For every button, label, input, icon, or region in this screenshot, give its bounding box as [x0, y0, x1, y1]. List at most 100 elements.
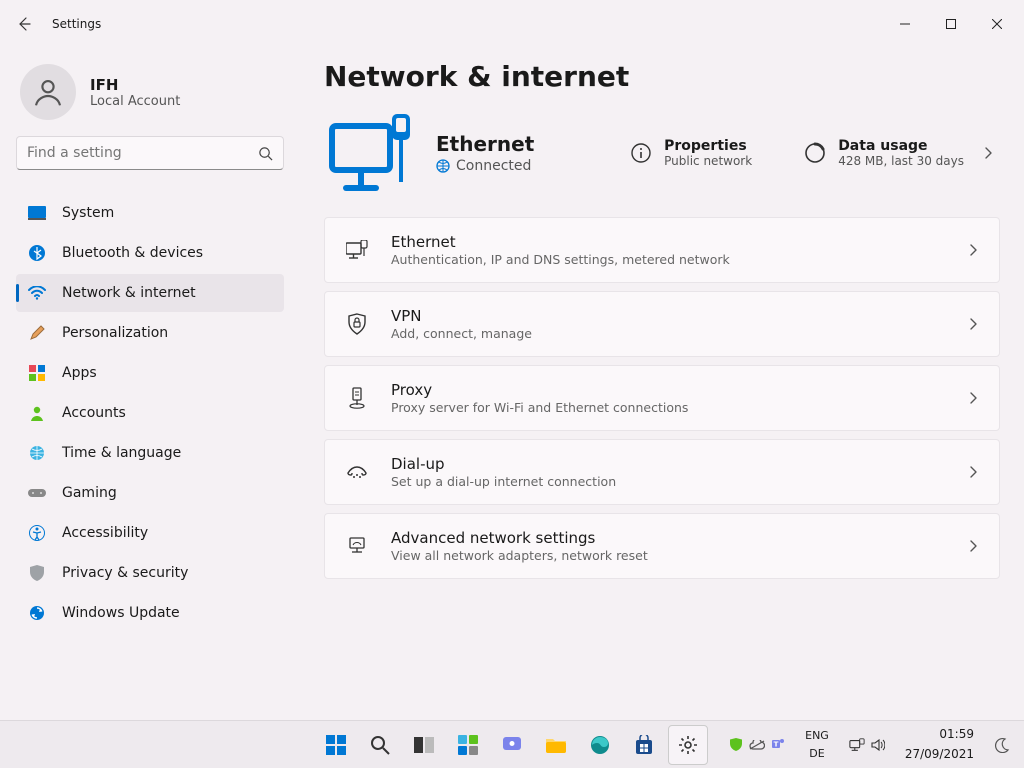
gamepad-icon [28, 484, 46, 502]
nav-item-accounts[interactable]: Accounts [16, 394, 284, 432]
nav-label: System [62, 205, 114, 221]
ethernet-hero-icon [324, 109, 420, 197]
search-icon [370, 735, 390, 755]
nav-label: Personalization [62, 325, 168, 341]
nav-item-apps[interactable]: Apps [16, 354, 284, 392]
widgets-icon [458, 735, 478, 755]
start-button[interactable] [316, 725, 356, 765]
minimize-icon [900, 19, 910, 29]
task-chat[interactable] [492, 725, 532, 765]
nav-label: Windows Update [62, 605, 180, 621]
search-input[interactable] [27, 145, 258, 161]
ethernet-icon [345, 240, 369, 260]
card-proxy[interactable]: Proxy Proxy server for Wi-Fi and Etherne… [324, 365, 1000, 431]
profile-name: IFH [90, 76, 180, 94]
usage-sub: 428 MB, last 30 days [838, 154, 964, 168]
nav-label: Apps [62, 365, 97, 381]
properties-sub: Public network [664, 154, 752, 168]
card-title: Proxy [391, 381, 945, 399]
profile-type: Local Account [90, 94, 180, 109]
account-icon [28, 404, 46, 422]
shield-check-icon [729, 738, 743, 752]
nav-item-windows-update[interactable]: Windows Update [16, 594, 284, 632]
nav-label: Privacy & security [62, 565, 188, 581]
store-icon [635, 735, 653, 755]
data-usage-button[interactable]: Data usage 428 MB, last 30 days [798, 134, 1000, 172]
chevron-right-icon [982, 147, 994, 159]
properties-title: Properties [664, 138, 752, 154]
tray-language[interactable]: ENG DE [799, 728, 835, 761]
card-ethernet[interactable]: Ethernet Authentication, IP and DNS sett… [324, 217, 1000, 283]
chat-icon [502, 736, 522, 754]
connection-status: Connected [456, 158, 531, 174]
card-dialup[interactable]: Dial-up Set up a dial-up internet connec… [324, 439, 1000, 505]
minimize-button[interactable] [882, 8, 928, 40]
nav-item-privacy[interactable]: Privacy & security [16, 554, 284, 592]
folder-icon [546, 737, 566, 753]
nav-label: Accessibility [62, 525, 148, 541]
sidebar: IFH Local Account System Bluetooth & dev… [0, 48, 300, 720]
taskview-icon [414, 737, 434, 753]
task-store[interactable] [624, 725, 664, 765]
chevron-right-icon [967, 392, 979, 404]
nav-item-time-language[interactable]: Time & language [16, 434, 284, 472]
page-title: Network & internet [324, 60, 1000, 93]
card-sub: View all network adapters, network reset [391, 548, 945, 563]
window-title: Settings [52, 17, 101, 31]
task-edge[interactable] [580, 725, 620, 765]
info-icon [630, 142, 652, 164]
nav-item-gaming[interactable]: Gaming [16, 474, 284, 512]
network-hero: Ethernet Connected Properties Public net… [324, 109, 1000, 197]
shield-icon [28, 564, 46, 582]
display-icon [28, 204, 46, 222]
close-button[interactable] [974, 8, 1020, 40]
task-search[interactable] [360, 725, 400, 765]
taskbar: T ENG DE 01:59 27/09/2021 [0, 720, 1024, 768]
chevron-right-icon [967, 318, 979, 330]
tray-clock[interactable]: 01:59 27/09/2021 [899, 726, 980, 762]
usage-title: Data usage [838, 138, 964, 154]
window-controls [882, 8, 1020, 40]
nav-label: Network & internet [62, 285, 196, 301]
card-title: Advanced network settings [391, 529, 945, 547]
nav-item-network[interactable]: Network & internet [16, 274, 284, 312]
avatar [20, 64, 76, 120]
tray-quick-settings[interactable] [843, 736, 891, 754]
title-bar: Settings [0, 0, 1024, 48]
profile-block[interactable]: IFH Local Account [16, 56, 284, 136]
card-vpn[interactable]: VPN Add, connect, manage [324, 291, 1000, 357]
globe-icon [436, 159, 450, 173]
task-settings[interactable] [668, 725, 708, 765]
task-taskview[interactable] [404, 725, 444, 765]
arrow-left-icon [16, 16, 32, 32]
card-sub: Proxy server for Wi-Fi and Ethernet conn… [391, 400, 945, 415]
system-tray: T ENG DE 01:59 27/09/2021 [723, 726, 1016, 762]
volume-tray-icon [871, 739, 885, 751]
maximize-icon [946, 19, 956, 29]
advanced-network-icon [345, 536, 369, 556]
task-explorer[interactable] [536, 725, 576, 765]
globe-clock-icon [28, 444, 46, 462]
back-button[interactable] [4, 4, 44, 44]
cloud-icon [749, 740, 765, 750]
card-advanced[interactable]: Advanced network settings View all netwo… [324, 513, 1000, 579]
content-area: Network & internet Ethernet Connected Pr… [300, 48, 1024, 720]
task-widgets[interactable] [448, 725, 488, 765]
nav-item-system[interactable]: System [16, 194, 284, 232]
moon-icon [994, 737, 1010, 753]
vpn-shield-icon [345, 313, 369, 335]
tray-notifications[interactable] [988, 735, 1016, 755]
nav-item-accessibility[interactable]: Accessibility [16, 514, 284, 552]
windows-icon [326, 735, 346, 755]
search-box[interactable] [16, 136, 284, 170]
paintbrush-icon [28, 324, 46, 342]
nav-label: Gaming [62, 485, 117, 501]
tray-overflow[interactable]: T [723, 735, 791, 755]
chevron-right-icon [967, 244, 979, 256]
maximize-button[interactable] [928, 8, 974, 40]
properties-button[interactable]: Properties Public network [624, 134, 758, 172]
connection-name: Ethernet [436, 132, 534, 156]
nav-item-bluetooth[interactable]: Bluetooth & devices [16, 234, 284, 272]
nav-item-personalization[interactable]: Personalization [16, 314, 284, 352]
card-sub: Authentication, IP and DNS settings, met… [391, 252, 945, 267]
